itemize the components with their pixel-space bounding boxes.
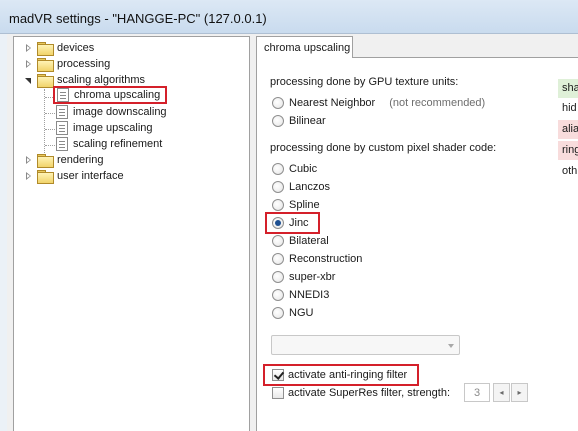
superres-checkbox[interactable] xyxy=(272,387,284,399)
window-title: madVR settings - "HANGGE-PC" (127.0.0.1) xyxy=(9,11,267,26)
radio-button[interactable] xyxy=(272,307,284,319)
tree-item-label: user interface xyxy=(57,170,124,182)
increment-button[interactable]: ▸ xyxy=(511,383,528,402)
option-label: super-xbr xyxy=(289,271,336,283)
option-bilinear[interactable]: Bilinear xyxy=(272,114,326,128)
tree-connector xyxy=(45,113,55,114)
folder-icon xyxy=(37,169,54,184)
option-note: (not recommended) xyxy=(389,97,486,109)
page-icon xyxy=(56,105,68,119)
tree-item-label: processing xyxy=(57,58,111,70)
tree-item-scaling-refinement[interactable]: scaling refinement xyxy=(56,136,162,152)
option-label: Bilateral xyxy=(289,235,329,247)
option-label: Spline xyxy=(289,199,320,211)
option-label: NNEDI3 xyxy=(289,289,330,301)
folder-icon xyxy=(37,57,54,72)
page-icon xyxy=(57,88,69,102)
option-spline[interactable]: Spline xyxy=(272,198,320,212)
radio-button[interactable] xyxy=(272,289,284,301)
side-label: ring xyxy=(558,141,578,160)
tree-item-label: scaling algorithms xyxy=(57,74,146,86)
tree-connector xyxy=(45,145,55,146)
shader-section-heading: processing done by custom pixel shader c… xyxy=(270,142,497,154)
expand-icon[interactable] xyxy=(24,171,33,181)
expand-icon[interactable] xyxy=(24,59,33,69)
superres-option[interactable]: activate SuperRes filter, strength: xyxy=(272,386,450,400)
tree-item-label: image downscaling xyxy=(73,106,167,118)
option-lanczos[interactable]: Lanczos xyxy=(272,180,330,194)
tree-item-label: scaling refinement xyxy=(73,138,163,150)
option-bilateral[interactable]: Bilateral xyxy=(272,234,329,248)
option-ngu[interactable]: NGU xyxy=(272,306,313,320)
option-label: Reconstruction xyxy=(289,253,363,265)
tree-item-processing[interactable]: processing xyxy=(24,56,110,72)
expand-icon[interactable] xyxy=(24,43,33,53)
option-reconstruction[interactable]: Reconstruction xyxy=(272,252,362,266)
superres-label: activate SuperRes filter, strength: xyxy=(288,387,451,399)
open-folder-icon xyxy=(37,73,54,88)
chevron-down-icon xyxy=(448,344,454,348)
option-nearest-neighbor[interactable]: Nearest Neighbor (not recommended) xyxy=(272,96,485,110)
side-label: hid xyxy=(558,99,578,118)
radio-button[interactable] xyxy=(272,253,284,265)
tree-item-image-upscaling[interactable]: image upscaling xyxy=(56,120,153,136)
collapse-icon[interactable] xyxy=(24,76,33,85)
tree-item-label: rendering xyxy=(57,154,104,166)
folder-icon xyxy=(37,153,54,168)
page-icon xyxy=(56,137,68,151)
tree-item-label: image upscaling xyxy=(73,122,153,134)
radio-button[interactable] xyxy=(272,97,284,109)
tree-item-user-interface[interactable]: user interface xyxy=(24,168,124,184)
option-label: Lanczos xyxy=(289,181,330,193)
radio-button[interactable] xyxy=(272,115,284,127)
anti-ringing-highlight-box xyxy=(263,364,419,386)
jinc-highlight-box xyxy=(265,212,320,234)
tree-item-devices[interactable]: devices xyxy=(24,40,94,56)
side-label: sha xyxy=(558,79,578,98)
option-label: Bilinear xyxy=(289,115,326,127)
radio-button[interactable] xyxy=(272,271,284,283)
page-icon xyxy=(56,121,68,135)
option-label: Cubic xyxy=(289,163,318,175)
tree-item-label: chroma upscaling xyxy=(74,89,161,101)
folder-icon xyxy=(37,41,54,56)
tree-connector xyxy=(45,129,55,130)
decrement-button[interactable]: ◂ xyxy=(493,383,510,402)
title-bar: madVR settings - "HANGGE-PC" (127.0.0.1) xyxy=(0,0,578,34)
option-nnedi3[interactable]: NNEDI3 xyxy=(272,288,329,302)
radio-button[interactable] xyxy=(272,199,284,211)
option-super-xbr[interactable]: super-xbr xyxy=(272,270,335,284)
side-label: oth xyxy=(558,162,578,181)
radio-button[interactable] xyxy=(272,235,284,247)
option-label: Nearest Neighbor xyxy=(289,97,376,109)
option-label: NGU xyxy=(289,307,314,319)
tree-connector xyxy=(44,89,45,157)
gpu-section-heading: processing done by GPU texture units: xyxy=(270,76,459,88)
expand-icon[interactable] xyxy=(24,155,33,165)
radio-button[interactable] xyxy=(272,163,284,175)
option-cubic[interactable]: Cubic xyxy=(272,162,317,176)
superres-strength-value[interactable]: 3 xyxy=(464,383,490,402)
radio-button[interactable] xyxy=(272,181,284,193)
tree-item-label: devices xyxy=(57,42,95,54)
tab-chroma-upscaling[interactable]: chroma upscaling xyxy=(256,36,353,58)
tree-item-rendering[interactable]: rendering xyxy=(24,152,103,168)
tree-item-image-downscaling[interactable]: image downscaling xyxy=(56,104,167,120)
settings-tree[interactable]: devices processing scaling algorithms ch… xyxy=(13,36,250,431)
tree-item-chroma-upscaling[interactable]: chroma upscaling xyxy=(53,86,168,104)
side-label: alia xyxy=(558,120,578,139)
taps-dropdown[interactable] xyxy=(271,335,460,355)
